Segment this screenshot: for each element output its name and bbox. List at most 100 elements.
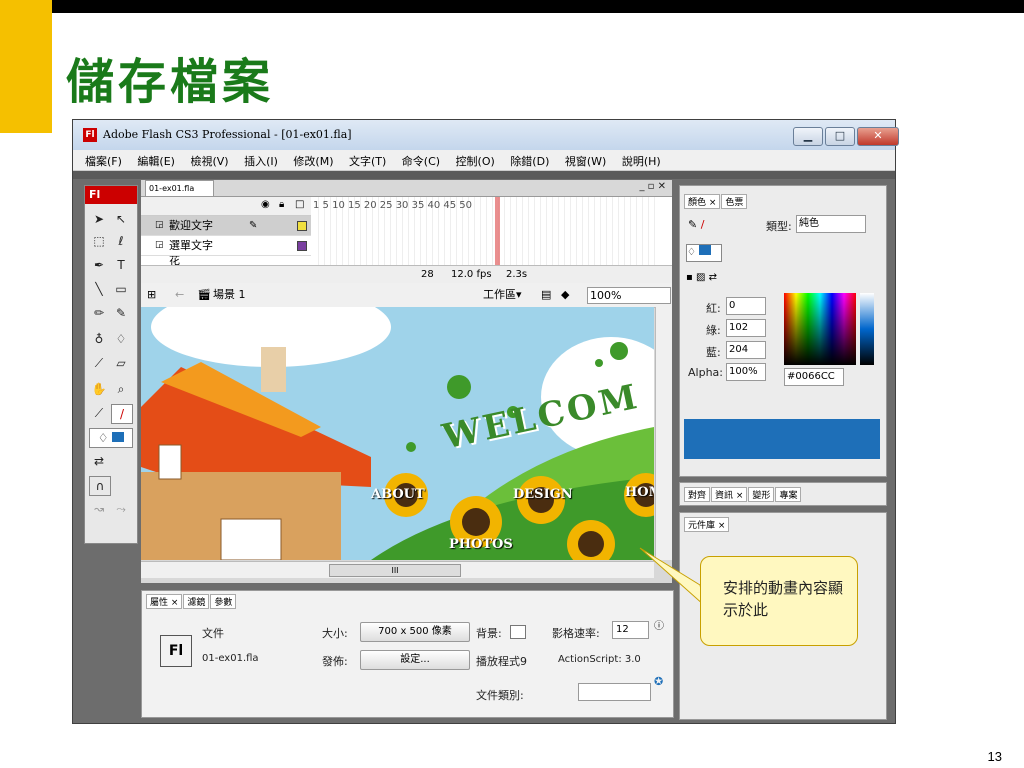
menu-debug[interactable]: 除錯(D) <box>510 153 549 169</box>
edit-scene-icon[interactable]: ◆ <box>561 283 569 307</box>
size-button[interactable]: 700 x 500 像素 <box>360 622 470 642</box>
hand-tool-icon[interactable]: ✋ <box>89 380 109 398</box>
brush-tool-icon[interactable]: ✎ <box>111 304 131 322</box>
tab-parameters[interactable]: 參數 <box>210 594 237 609</box>
top-black-bar <box>52 0 1024 13</box>
elapsed-time: 2.3s <box>506 269 528 280</box>
fill-color-icon[interactable]: ♢ <box>89 428 133 448</box>
red-label: 紅: <box>706 302 721 315</box>
document-controls[interactable]: _ ▫ ✕ <box>639 181 666 192</box>
type-select[interactable]: 純色 <box>796 215 866 233</box>
alpha-label: Alpha: <box>688 366 723 379</box>
tab-info[interactable]: 資訊 × <box>711 487 748 502</box>
pencil-tool-icon[interactable]: ✏ <box>89 304 109 322</box>
scene-icon: 🎬︎ <box>197 288 211 301</box>
menu-modify[interactable]: 修改(M) <box>293 153 333 169</box>
callout-box: 安排的動畫內容顯示於此 <box>700 556 858 646</box>
layer-name: 歡迎文字 <box>169 219 213 232</box>
close-button[interactable]: ✕ <box>857 127 899 146</box>
hex-input[interactable]: #0066CC <box>784 368 844 386</box>
smooth-icon[interactable]: ↝ <box>89 500 109 518</box>
eraser-icon[interactable]: ▱ <box>111 354 131 372</box>
tab-color[interactable]: 顏色 × <box>684 194 721 209</box>
line-tool-icon[interactable]: ╲ <box>89 280 109 298</box>
lock-icon[interactable]: 🔒︎ <box>279 199 284 210</box>
stroke-swatch-icon[interactable]: / <box>111 404 133 424</box>
scroll-thumb[interactable]: III <box>329 564 461 577</box>
free-transform-icon[interactable]: ⬚ <box>89 232 109 250</box>
fill-color-icon[interactable]: ♢ <box>686 244 722 262</box>
menu-file[interactable]: 檔案(F) <box>85 153 122 169</box>
layer-color-swatch <box>297 221 307 231</box>
snap-magnet-icon[interactable]: ∩ <box>89 476 111 496</box>
background-color-swatch[interactable] <box>510 625 526 639</box>
red-input[interactable]: 0 <box>726 297 766 315</box>
document-tab[interactable]: 01-ex01.fla <box>145 180 214 196</box>
stage-vertical-scrollbar[interactable] <box>655 307 672 560</box>
frame-rate-input[interactable]: 12 <box>612 621 649 639</box>
menu-commands[interactable]: 命令(C) <box>402 153 440 169</box>
stroke-color-icon[interactable]: ✎ / <box>688 218 704 231</box>
eye-icon[interactable]: ◉ <box>261 199 270 210</box>
zoom-select[interactable]: 100% <box>587 287 671 304</box>
minimize-button[interactable]: ▁ <box>793 127 823 146</box>
doc-class-input[interactable] <box>578 683 651 701</box>
maximize-button[interactable]: □ <box>825 127 855 146</box>
tab-swatches[interactable]: 色票 <box>721 194 748 209</box>
workspace-menu[interactable]: 工作區▾ <box>483 283 522 307</box>
pen-tool-icon[interactable]: ✒ <box>89 256 109 274</box>
rectangle-tool-icon[interactable]: ▭ <box>111 280 131 298</box>
edit-class-icon[interactable]: ✪ <box>654 675 663 688</box>
green-input[interactable]: 102 <box>726 319 766 337</box>
blue-input[interactable]: 204 <box>726 341 766 359</box>
tab-transform[interactable]: 變形 <box>748 487 775 502</box>
type-label: 類型: <box>766 220 792 233</box>
stroke-color-icon[interactable]: ⟋ <box>89 404 109 422</box>
subselection-tool-icon[interactable]: ↖ <box>111 210 131 228</box>
zoom-tool-icon[interactable]: ⌕ <box>111 380 131 398</box>
color-panel: 顏色 × 色票 ✎ / 類型: 純色 ♢ ▪ ▨ ⇄ 紅: 0 綠: 102 藍:… <box>679 185 887 477</box>
tab-properties[interactable]: 屬性 × <box>146 594 183 609</box>
tab-filters[interactable]: 濾鏡 <box>183 594 210 609</box>
menu-text[interactable]: 文字(T) <box>349 153 386 169</box>
menu-insert[interactable]: 插入(I) <box>244 153 278 169</box>
layer-name: 選單文字 <box>169 239 213 252</box>
playhead[interactable] <box>495 197 500 275</box>
lasso-tool-icon[interactable]: ℓ <box>111 232 131 250</box>
swap-colors-icon[interactable]: ⇄ <box>89 452 109 470</box>
stage-horizontal-scrollbar[interactable]: III <box>141 561 654 578</box>
menu-control[interactable]: 控制(O) <box>456 153 495 169</box>
menu-window[interactable]: 視窗(W) <box>565 153 606 169</box>
green-label: 綠: <box>706 324 721 337</box>
back-arrow-icon[interactable]: ← <box>175 283 184 307</box>
brightness-slider[interactable] <box>860 293 874 365</box>
layer-row[interactable]: ◲ 選單文字 <box>141 236 311 256</box>
tab-library[interactable]: 元件庫 × <box>684 517 730 532</box>
ink-bottle-icon[interactable]: ♁ <box>89 330 109 348</box>
stage[interactable]: WELCOM ABOUT DESIGN HOM PHOTOS <box>141 307 654 560</box>
menu-help[interactable]: 說明(H) <box>622 153 661 169</box>
tab-align[interactable]: 對齊 <box>684 487 711 502</box>
menu-edit[interactable]: 編輯(E) <box>137 153 175 169</box>
frame-rate-label: 影格速率: <box>552 627 600 640</box>
timeline-toggle-icon[interactable]: ⊞ <box>147 283 156 307</box>
tab-project[interactable]: 專案 <box>775 487 802 502</box>
timeline: ◉ 🔒︎ □ ◲ 歡迎文字 ✎ ◲ 選單文字 花 1 5 10 15 20 25… <box>141 196 672 284</box>
frame-rate: 12.0 fps <box>451 269 492 280</box>
color-swap-icon[interactable]: ▪ ▨ ⇄ <box>686 272 717 283</box>
doc-class-label: 文件類別: <box>476 689 524 702</box>
properties-panel: 屬性 × 濾鏡 參數 Fl 文件 01-ex01.fla 大小: 700 x 500… <box>141 590 674 718</box>
alpha-input[interactable]: 100% <box>726 363 766 381</box>
settings-button[interactable]: 設定... <box>360 650 470 670</box>
help-icon[interactable]: ⓘ <box>654 617 664 632</box>
color-spectrum[interactable] <box>784 293 856 365</box>
paint-bucket-icon[interactable]: ♢ <box>111 330 131 348</box>
edit-symbol-icon[interactable]: ▤ <box>541 283 551 307</box>
layer-row[interactable]: ◲ 歡迎文字 ✎ <box>141 216 311 236</box>
selection-tool-icon[interactable]: ➤ <box>89 210 109 228</box>
straighten-icon[interactable]: ⤳ <box>111 500 131 518</box>
eyedropper-icon[interactable]: ⟋ <box>89 354 109 372</box>
text-tool-icon[interactable]: T <box>111 256 131 274</box>
outline-icon[interactable]: □ <box>295 199 304 210</box>
menu-view[interactable]: 檢視(V) <box>190 153 228 169</box>
